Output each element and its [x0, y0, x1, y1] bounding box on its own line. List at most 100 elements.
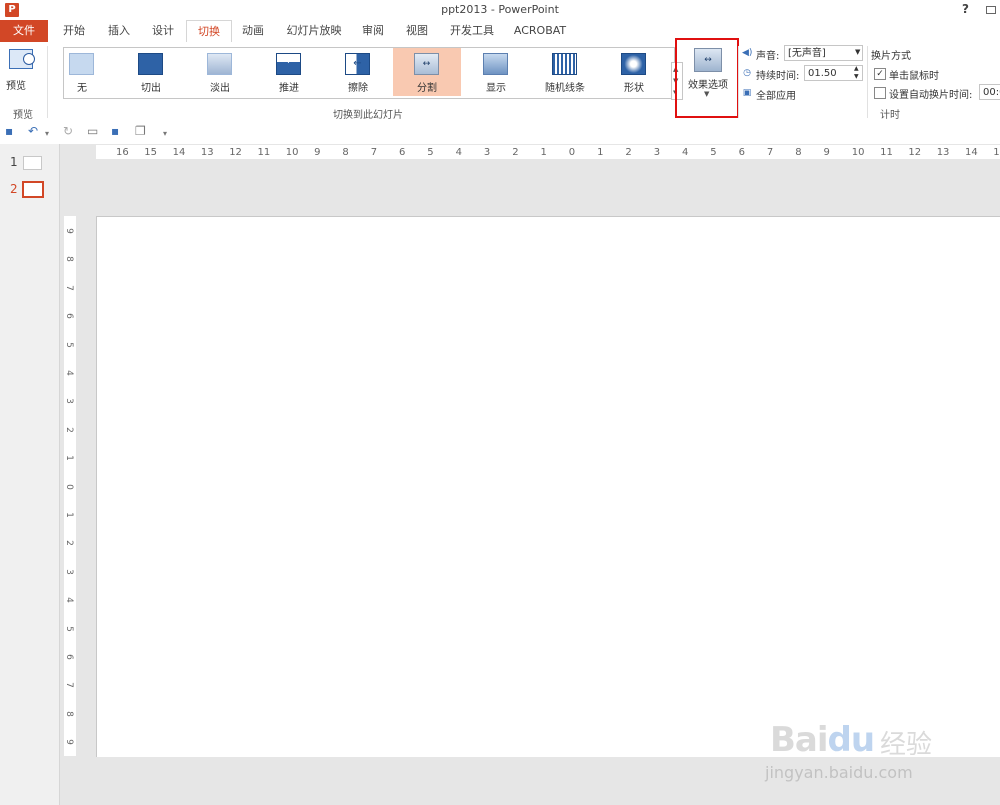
ruler-tick-label: 3 [483, 147, 491, 158]
ruler-tick-label: 2 [64, 426, 74, 433]
transition-push-icon: ↑ [276, 53, 301, 75]
ruler-tick-label: 6 [64, 313, 74, 320]
auto-advance-label: 设置自动换片时间: [889, 90, 973, 101]
ruler-tick-label: 4 [64, 370, 74, 376]
transition-fade-icon [207, 53, 232, 75]
start-from-beginning-icon[interactable]: ▭ [87, 124, 98, 138]
chevron-down-icon[interactable]: ▼ [855, 48, 860, 56]
ruler-tick-label: 15 [993, 147, 1000, 158]
group-divider [738, 46, 739, 118]
tab-transitions[interactable]: 切换 [186, 20, 232, 43]
clock-icon: ◷ [743, 68, 751, 78]
spin-down-icon[interactable]: ▼ [854, 73, 859, 80]
auto-advance-checkbox[interactable] [874, 87, 886, 99]
gallery-item-reveal[interactable]: 显示 [462, 48, 530, 96]
window-title: ppt2013 - PowerPoint [441, 3, 559, 16]
apply-all-button[interactable]: 全部应用 [756, 87, 796, 102]
ruler-tick-label: 2 [625, 147, 632, 158]
save-icon[interactable]: ▪ [5, 124, 13, 138]
advance-slide-title: 换片方式 [871, 51, 911, 62]
ruler-tick-label: 6 [399, 147, 406, 158]
tab-insert[interactable]: 插入 [98, 20, 140, 42]
gallery-item-label: 分割 [417, 83, 437, 94]
slide-thumbnail-1[interactable] [23, 156, 42, 170]
group-label-timing: 计时 [880, 110, 900, 121]
ruler-tick-label: 4 [682, 147, 689, 158]
gallery-item-label: 擦除 [348, 83, 368, 94]
ruler-tick-label: 7 [766, 147, 774, 158]
ruler-tick-label: 1 [64, 455, 74, 462]
ruler-tick-label: 9 [823, 147, 830, 158]
ruler-tick-label: 8 [342, 147, 349, 158]
ruler-tick-label: 5 [427, 147, 434, 158]
save-as-icon[interactable]: ▪ [111, 124, 119, 138]
ruler-tick-label: 13 [936, 147, 950, 158]
ruler-tick-label: 7 [370, 147, 378, 158]
watermark-logo-text: Bai [770, 720, 829, 760]
effect-options-button[interactable]: 效果选项 [682, 76, 734, 91]
effect-options-icon[interactable]: ↔ [694, 48, 722, 72]
gallery-item-label: 随机线条 [545, 83, 585, 94]
sound-icon: ◀) [742, 48, 753, 58]
sound-select[interactable]: [无声音] [784, 45, 863, 61]
watermark-logo-text: du [827, 720, 876, 760]
ruler-tick-label: 12 [908, 147, 922, 158]
ruler-tick-label: 0 [568, 147, 576, 158]
auto-advance-input[interactable]: 00:0 [979, 84, 1000, 100]
quick-access-toolbar [0, 120, 1000, 144]
ruler-tick-label: 7 [64, 682, 74, 689]
tab-view[interactable]: 视图 [396, 20, 438, 42]
ruler-tick-label: 2 [512, 147, 519, 158]
gallery-item-shape[interactable]: 形状 [600, 48, 668, 96]
customize-toolbar-icon[interactable]: ▾ [163, 127, 167, 141]
tab-acrobat[interactable]: ACROBAT [506, 20, 574, 42]
ruler-tick-label: 13 [200, 147, 214, 158]
ruler-tick-label: 16 [116, 147, 129, 158]
transition-split-icon: ↔ [414, 53, 439, 75]
gallery-item-none[interactable]: 无 [48, 48, 116, 96]
gallery-item-label: 淡出 [210, 83, 230, 94]
ruler-tick-label: 14 [965, 147, 978, 158]
tab-slideshow[interactable]: 幻灯片放映 [278, 20, 350, 42]
apply-all-icon: ▣ [742, 88, 752, 98]
gallery-item-fade[interactable]: 淡出 [186, 48, 254, 96]
help-icon[interactable]: ? [962, 2, 969, 16]
watermark-url: jingyan.baidu.com [765, 763, 913, 782]
chevron-down-icon[interactable]: ▼ [704, 90, 709, 98]
tab-design[interactable]: 设计 [142, 20, 184, 42]
spin-up-icon[interactable]: ▲ [854, 65, 859, 72]
group-label-preview: 预览 [13, 110, 33, 121]
tab-home[interactable]: 开始 [52, 20, 96, 42]
slide-number: 1 [10, 155, 18, 169]
slide-thumbnail-2[interactable] [22, 181, 44, 198]
undo-icon[interactable]: ↶ [28, 124, 38, 138]
gallery-item-label: 无 [77, 83, 87, 94]
play-icon [23, 53, 35, 65]
gallery-item-cut[interactable]: 切出 [117, 48, 185, 96]
tab-animations[interactable]: 动画 [232, 20, 274, 42]
ruler-tick-label: 4 [455, 147, 462, 158]
ruler-tick-label: 11 [880, 147, 893, 158]
ruler-tick-label: 14 [172, 147, 186, 158]
gallery-item-wipe[interactable]: ← 擦除 [324, 48, 392, 96]
on-click-checkbox[interactable]: ✓ [874, 68, 886, 80]
transition-random-bars-icon [552, 53, 577, 75]
gallery-item-random-bars[interactable]: 随机线条 [531, 48, 599, 96]
slide-canvas[interactable] [96, 216, 1000, 758]
chevron-down-icon[interactable]: ▾ [45, 127, 49, 141]
tab-developer[interactable]: 开发工具 [442, 20, 502, 42]
gallery-item-split[interactable]: ↔ 分割 [393, 48, 461, 96]
slide-number: 2 [10, 182, 18, 196]
gallery-item-label: 形状 [624, 83, 644, 94]
ruler-tick-label: 1 [540, 147, 547, 158]
preview-button-label[interactable]: 预览 [6, 77, 26, 92]
tab-review[interactable]: 审阅 [352, 20, 394, 42]
ruler-tick-label: 9 [64, 739, 74, 746]
copy-icon[interactable]: ❐ [135, 124, 146, 138]
ruler-tick-label: 7 [64, 284, 74, 291]
ruler-tick-label: 10 [285, 147, 299, 158]
tab-file[interactable]: 文件 [0, 20, 48, 42]
redo-icon[interactable]: ↻ [63, 124, 73, 138]
gallery-item-push[interactable]: ↑ 推进 [255, 48, 323, 96]
restore-window-icon[interactable] [986, 6, 996, 14]
